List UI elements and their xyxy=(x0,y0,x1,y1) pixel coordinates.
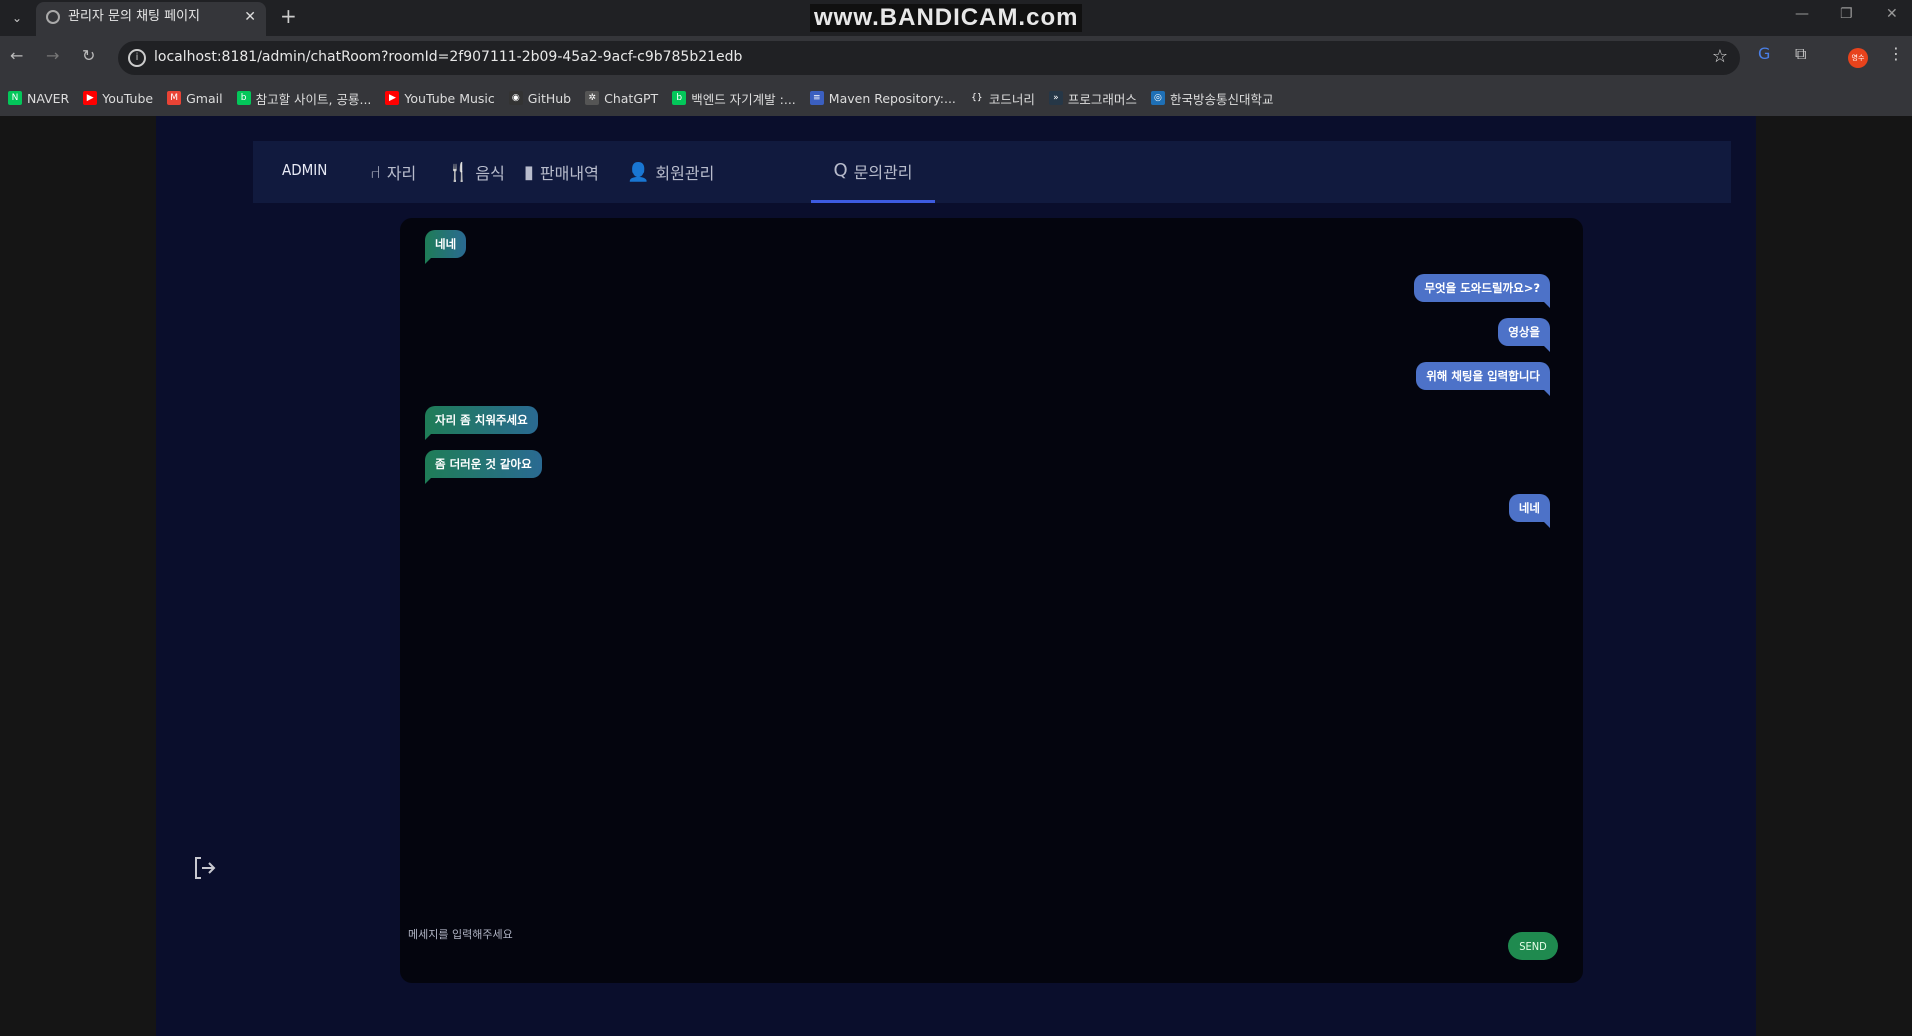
bookmark-label: 프로그래머스 xyxy=(1067,91,1137,107)
bookmark-item[interactable]: ▶ YouTube Music xyxy=(385,90,495,106)
bookmark-item[interactable]: ◉ GitHub xyxy=(508,90,572,106)
main-area: ADMIN ⑁ 자리 🍴 음식 ▮ 판매내역 👤 회원관리 Q 문의관리 네네 무엇을 도… xyxy=(156,116,1756,1036)
browser-tab-bar: ⌄ 관리자 문의 채팅 페이지 ✕ + www.BANDICAM.com — ❐… xyxy=(0,0,1912,36)
close-tab-icon[interactable]: ✕ xyxy=(244,2,256,32)
bookmark-icon: ≡ xyxy=(809,91,824,105)
site-info-icon[interactable]: i xyxy=(128,49,146,67)
forward-icon[interactable]: → xyxy=(46,46,59,65)
message-input[interactable] xyxy=(408,914,1288,954)
bookmark-icon: ▶ xyxy=(385,91,400,105)
bookmark-icon: b xyxy=(672,91,687,105)
bookmark-label: GitHub xyxy=(527,90,572,106)
new-tab-button[interactable]: + xyxy=(280,4,297,28)
reload-icon[interactable]: ↻ xyxy=(82,46,95,65)
globe-icon xyxy=(46,10,60,24)
close-window-icon[interactable]: ✕ xyxy=(1886,6,1898,22)
nav-label: 자리 xyxy=(386,164,417,183)
url-text[interactable]: localhost:8181/admin/chatRoom?roomId=2f9… xyxy=(154,49,742,65)
chat-message-received: 좀 더러운 것 같아요 xyxy=(425,450,542,484)
brand[interactable]: ADMIN xyxy=(282,161,327,179)
send-button[interactable]: SEND xyxy=(1508,932,1558,960)
bookmark-label: 참고할 사이트, 공룡... xyxy=(255,91,372,107)
minimize-icon[interactable]: — xyxy=(1795,6,1809,22)
utensils-icon: 🍴 xyxy=(447,161,470,183)
bookmark-item[interactable]: {} 코드너리 xyxy=(969,89,1035,108)
chat-message-sent: 위해 채팅을 입력합니다 xyxy=(1416,362,1550,396)
bookmark-icon: N xyxy=(8,91,22,105)
top-navbar: ADMIN ⑁ 자리 🍴 음식 ▮ 판매내역 👤 회원관리 Q 문의관리 xyxy=(253,141,1731,203)
bookmark-star-icon[interactable]: ☆ xyxy=(1712,46,1728,67)
chat-message-received: 자리 좀 치워주세요 xyxy=(425,406,538,440)
nav-item-members[interactable]: 👤 회원관리 xyxy=(627,141,714,203)
page: ADMIN ⑁ 자리 🍴 음식 ▮ 판매내역 👤 회원관리 Q 문의관리 네네 무엇을 도… xyxy=(0,116,1912,1036)
nav-item-sales[interactable]: ▮ 판매내역 xyxy=(524,141,599,203)
bookmark-icon: M xyxy=(167,91,182,105)
bookmark-icon: b xyxy=(236,91,251,105)
chat-message-received: 네네 xyxy=(425,230,467,264)
nav-item-inquiries[interactable]: Q 문의관리 xyxy=(811,141,935,203)
bookmark-icon: » xyxy=(1048,91,1063,105)
bookmark-label: Gmail xyxy=(186,90,223,106)
address-bar-row: ← → ↻ i localhost:8181/admin/chatRoom?ro… xyxy=(0,36,1912,80)
extensions-icon[interactable]: ⧉ xyxy=(1795,44,1806,64)
tab-title: 관리자 문의 채팅 페이지 xyxy=(68,9,200,24)
nav-label: 문의관리 xyxy=(853,162,913,182)
address-bar[interactable]: i localhost:8181/admin/chatRoom?roomId=2… xyxy=(118,41,1740,75)
nav-item-food[interactable]: 🍴 음식 xyxy=(447,141,505,203)
back-icon[interactable]: ← xyxy=(10,46,23,65)
logout-icon[interactable] xyxy=(192,855,218,881)
bookmark-item[interactable]: M Gmail xyxy=(167,90,223,106)
nav-label: 음식 xyxy=(475,164,505,183)
bookmark-item[interactable]: ▶ YouTube xyxy=(83,91,153,106)
browser-tab[interactable]: 관리자 문의 채팅 페이지 ✕ xyxy=(36,2,266,36)
bookmark-label: NAVER xyxy=(27,90,70,106)
restore-icon[interactable]: ❐ xyxy=(1840,6,1853,22)
watermark: www.BANDICAM.com xyxy=(810,4,1083,32)
bookmark-icon: ✲ xyxy=(585,91,600,105)
bookmark-label: 코드너리 xyxy=(988,91,1035,107)
user-icon: 👤 xyxy=(627,161,650,183)
chat-panel: 네네 무엇을 도와드릴까요>? 영상을 위해 채팅을 입력합니다 자리 좀 치워… xyxy=(400,218,1583,983)
bookmark-icon: ◉ xyxy=(508,91,523,105)
translate-icon[interactable]: G xyxy=(1758,44,1770,63)
nav-item-seats[interactable]: ⑁ 자리 xyxy=(370,141,416,203)
bookmark-item[interactable]: N NAVER xyxy=(8,91,69,106)
profile-avatar[interactable]: 영수 xyxy=(1848,48,1868,68)
bookmark-item[interactable]: ◎ 한국방송통신대학교 xyxy=(1150,89,1274,108)
bookmark-label: 한국방송통신대학교 xyxy=(1169,91,1274,107)
nav-label: 판매내역 xyxy=(539,164,599,183)
chat-message-sent: 무엇을 도와드릴까요>? xyxy=(1414,274,1550,308)
chair-icon: ⑁ xyxy=(370,161,381,183)
chat-message-sent: 네네 xyxy=(1508,494,1551,528)
bookmark-label: YouTube Music xyxy=(404,90,495,106)
bookmark-label: ChatGPT xyxy=(604,90,659,106)
chat-message-sent: 영상을 xyxy=(1498,318,1550,352)
bookmark-item[interactable]: b 백엔드 자기계발 :... xyxy=(672,89,796,108)
nav-label: 회원관리 xyxy=(655,164,715,183)
bookmark-icon: {} xyxy=(969,91,984,105)
bookmark-icon: ▶ xyxy=(83,91,98,105)
tab-search-icon[interactable]: ⌄ xyxy=(6,6,28,30)
bookmarks-bar: N NAVER ▶ YouTube M Gmail b 참고할 사이트, 공룡... ▶ YouT… xyxy=(0,80,1912,116)
bookmark-item[interactable]: b 참고할 사이트, 공룡... xyxy=(236,89,372,108)
bookmark-item[interactable]: ✲ ChatGPT xyxy=(585,91,658,106)
bookmark-item[interactable]: » 프로그래머스 xyxy=(1048,89,1137,108)
bookmark-item[interactable]: ≡ Maven Repository:... xyxy=(809,90,956,106)
menu-icon[interactable]: ⋮ xyxy=(1888,44,1904,63)
bookmark-icon: ◎ xyxy=(1150,91,1165,105)
bookmark-label: YouTube xyxy=(102,90,154,106)
bookmark-label: Maven Repository:... xyxy=(828,90,956,106)
bookmark-label: 백엔드 자기계발 :... xyxy=(691,91,796,107)
bar-chart-icon: ▮ xyxy=(524,161,534,183)
q-icon: Q xyxy=(833,160,848,181)
